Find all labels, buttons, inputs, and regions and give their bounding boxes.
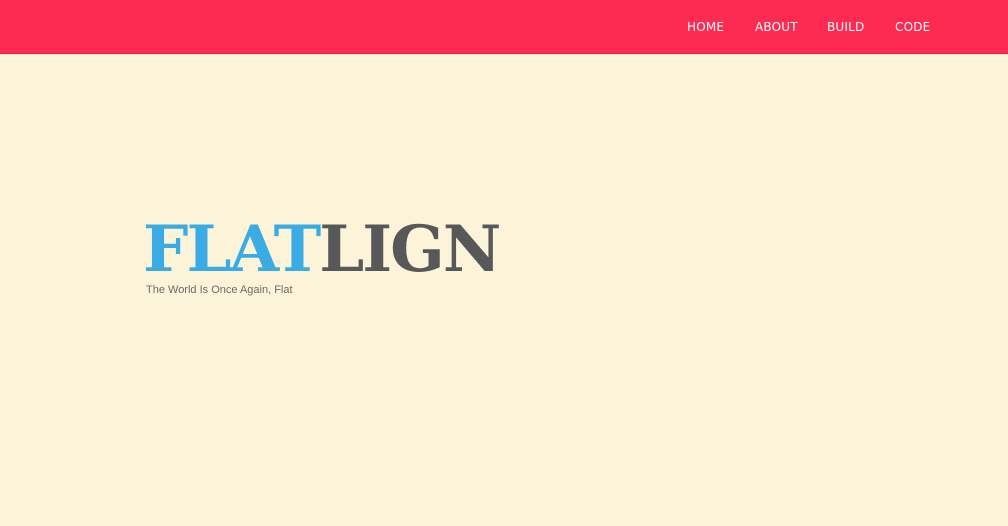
nav-about-link[interactable]: ABOUT bbox=[755, 20, 798, 34]
nav-code-link[interactable]: CODE bbox=[895, 20, 930, 34]
logo-lign-text: LIGN bbox=[319, 212, 501, 287]
hero-section: FLAT LIGN The World Is Once Again, Flat bbox=[143, 212, 501, 297]
nav-build-link[interactable]: BUILD bbox=[827, 20, 864, 34]
logo-flat-text: FLAT bbox=[143, 212, 321, 287]
top-navbar: HOME ABOUT BUILD CODE bbox=[0, 0, 1008, 54]
site-logo: FLAT LIGN bbox=[143, 212, 501, 287]
nav-home-link[interactable]: HOME bbox=[687, 20, 724, 34]
